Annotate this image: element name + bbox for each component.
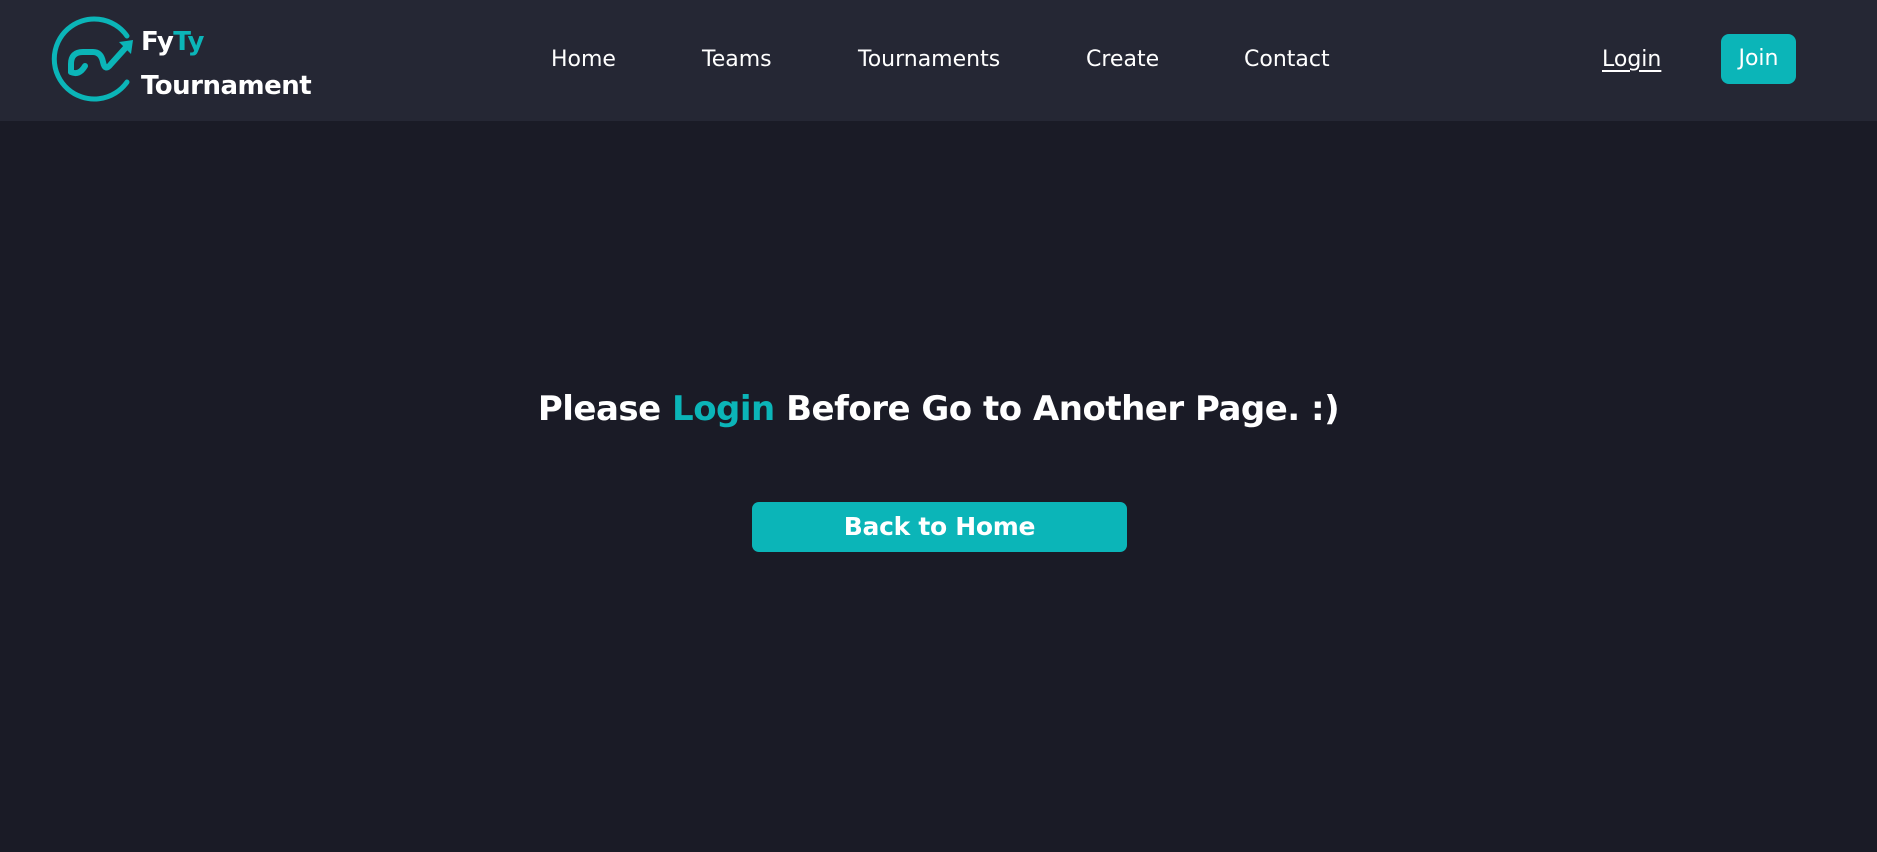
brand-logo[interactable]: FyTy Tournament (49, 14, 329, 104)
join-button[interactable]: Join (1721, 34, 1796, 84)
brand-name: FyTy Tournament (141, 20, 312, 108)
message-before: Please (537, 389, 673, 429)
nav-home[interactable]: Home (551, 40, 616, 80)
message-after: Before Go to Another Page. :) (774, 389, 1340, 429)
nav-contact[interactable]: Contact (1244, 40, 1330, 80)
brand-name-part1: Fy (141, 27, 174, 57)
nav-teams[interactable]: Teams (702, 40, 772, 80)
brand-name-line2: Tournament (141, 71, 312, 101)
nav-create[interactable]: Create (1086, 40, 1159, 80)
back-to-home-button[interactable]: Back to Home (752, 502, 1127, 552)
login-link[interactable]: Login (1602, 40, 1661, 80)
message-login-accent: Login (672, 389, 775, 429)
brand-name-part2: Ty (173, 27, 204, 57)
top-navbar: FyTy Tournament Home Teams Tournaments C… (0, 0, 1877, 121)
login-required-message: Please Login Before Go to Another Page. … (0, 386, 1877, 432)
gamepad-trend-icon (51, 16, 133, 102)
nav-tournaments[interactable]: Tournaments (858, 40, 1000, 80)
